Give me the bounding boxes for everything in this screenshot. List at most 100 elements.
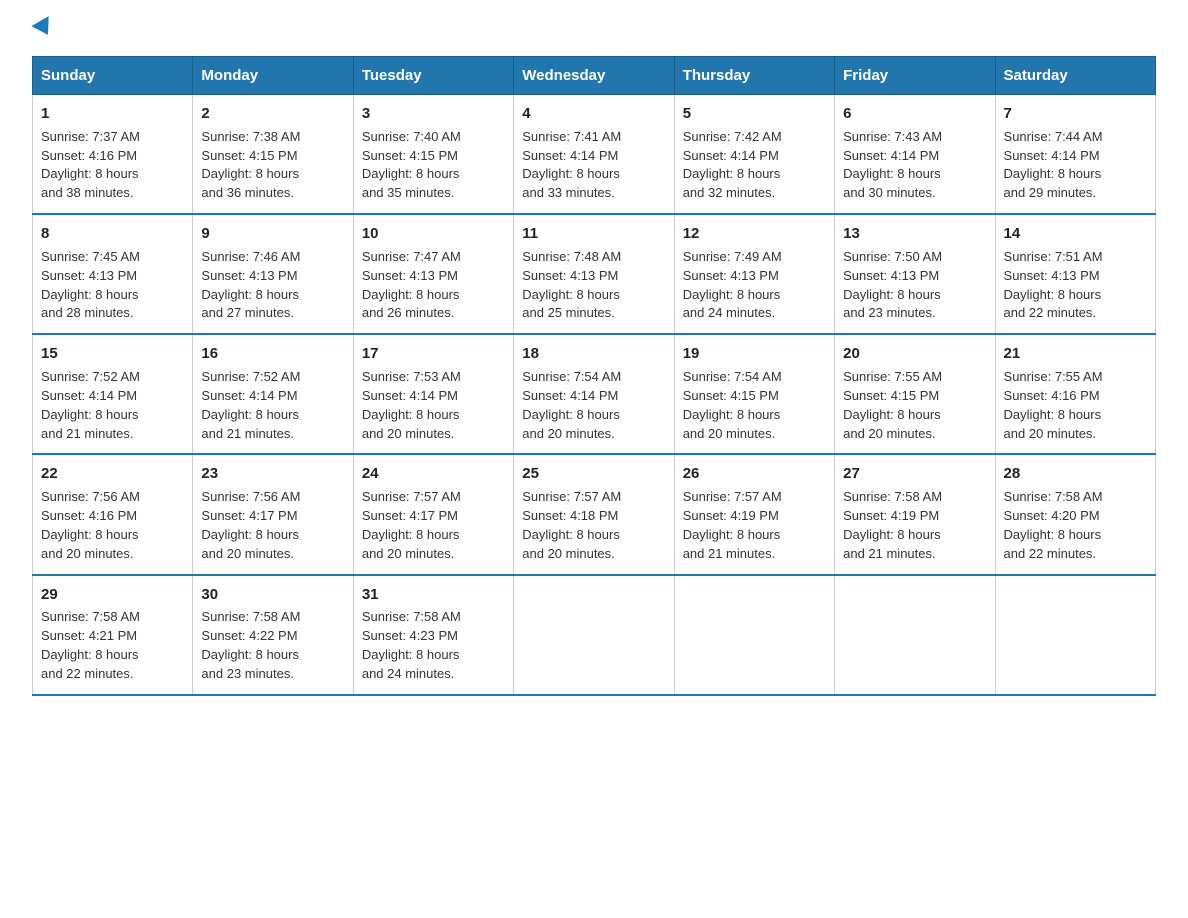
calendar-week-row: 8 Sunrise: 7:45 AMSunset: 4:13 PMDayligh… [33, 214, 1156, 334]
day-number: 23 [201, 463, 344, 485]
day-info: Sunrise: 7:58 AMSunset: 4:20 PMDaylight:… [1004, 489, 1103, 561]
day-info: Sunrise: 7:57 AMSunset: 4:18 PMDaylight:… [522, 489, 621, 561]
day-info: Sunrise: 7:51 AMSunset: 4:13 PMDaylight:… [1004, 249, 1103, 321]
calendar-day-cell: 8 Sunrise: 7:45 AMSunset: 4:13 PMDayligh… [33, 214, 193, 334]
logo-blue-text [32, 24, 54, 36]
day-number: 24 [362, 463, 505, 485]
day-info: Sunrise: 7:48 AMSunset: 4:13 PMDaylight:… [522, 249, 621, 321]
day-info: Sunrise: 7:52 AMSunset: 4:14 PMDaylight:… [201, 369, 300, 441]
calendar-day-cell: 9 Sunrise: 7:46 AMSunset: 4:13 PMDayligh… [193, 214, 353, 334]
day-info: Sunrise: 7:54 AMSunset: 4:14 PMDaylight:… [522, 369, 621, 441]
calendar-day-cell: 10 Sunrise: 7:47 AMSunset: 4:13 PMDaylig… [353, 214, 513, 334]
calendar-day-cell [835, 575, 995, 695]
calendar-day-cell: 17 Sunrise: 7:53 AMSunset: 4:14 PMDaylig… [353, 334, 513, 454]
calendar-day-cell: 25 Sunrise: 7:57 AMSunset: 4:18 PMDaylig… [514, 454, 674, 574]
calendar-day-cell: 28 Sunrise: 7:58 AMSunset: 4:20 PMDaylig… [995, 454, 1155, 574]
day-number: 3 [362, 103, 505, 125]
calendar-week-row: 1 Sunrise: 7:37 AMSunset: 4:16 PMDayligh… [33, 95, 1156, 215]
day-number: 1 [41, 103, 184, 125]
calendar-day-cell: 20 Sunrise: 7:55 AMSunset: 4:15 PMDaylig… [835, 334, 995, 454]
calendar-day-cell: 13 Sunrise: 7:50 AMSunset: 4:13 PMDaylig… [835, 214, 995, 334]
calendar-day-cell: 21 Sunrise: 7:55 AMSunset: 4:16 PMDaylig… [995, 334, 1155, 454]
calendar-day-cell: 1 Sunrise: 7:37 AMSunset: 4:16 PMDayligh… [33, 95, 193, 215]
header-tuesday: Tuesday [353, 57, 513, 95]
day-number: 5 [683, 103, 826, 125]
logo-triangle-icon [31, 16, 56, 40]
day-info: Sunrise: 7:55 AMSunset: 4:15 PMDaylight:… [843, 369, 942, 441]
calendar-day-cell: 26 Sunrise: 7:57 AMSunset: 4:19 PMDaylig… [674, 454, 834, 574]
calendar-day-cell: 18 Sunrise: 7:54 AMSunset: 4:14 PMDaylig… [514, 334, 674, 454]
day-number: 30 [201, 584, 344, 606]
day-info: Sunrise: 7:57 AMSunset: 4:19 PMDaylight:… [683, 489, 782, 561]
calendar-day-cell [995, 575, 1155, 695]
day-info: Sunrise: 7:55 AMSunset: 4:16 PMDaylight:… [1004, 369, 1103, 441]
day-info: Sunrise: 7:58 AMSunset: 4:21 PMDaylight:… [41, 609, 140, 681]
logo [32, 24, 54, 36]
calendar-day-cell: 22 Sunrise: 7:56 AMSunset: 4:16 PMDaylig… [33, 454, 193, 574]
day-number: 2 [201, 103, 344, 125]
day-number: 10 [362, 223, 505, 245]
calendar-table: SundayMondayTuesdayWednesdayThursdayFrid… [32, 56, 1156, 696]
calendar-week-row: 15 Sunrise: 7:52 AMSunset: 4:14 PMDaylig… [33, 334, 1156, 454]
day-number: 25 [522, 463, 665, 485]
day-number: 19 [683, 343, 826, 365]
day-info: Sunrise: 7:54 AMSunset: 4:15 PMDaylight:… [683, 369, 782, 441]
day-info: Sunrise: 7:46 AMSunset: 4:13 PMDaylight:… [201, 249, 300, 321]
day-info: Sunrise: 7:44 AMSunset: 4:14 PMDaylight:… [1004, 129, 1103, 201]
day-info: Sunrise: 7:56 AMSunset: 4:16 PMDaylight:… [41, 489, 140, 561]
day-info: Sunrise: 7:42 AMSunset: 4:14 PMDaylight:… [683, 129, 782, 201]
day-number: 9 [201, 223, 344, 245]
header-friday: Friday [835, 57, 995, 95]
day-info: Sunrise: 7:57 AMSunset: 4:17 PMDaylight:… [362, 489, 461, 561]
day-number: 29 [41, 584, 184, 606]
day-number: 26 [683, 463, 826, 485]
day-info: Sunrise: 7:47 AMSunset: 4:13 PMDaylight:… [362, 249, 461, 321]
calendar-day-cell: 16 Sunrise: 7:52 AMSunset: 4:14 PMDaylig… [193, 334, 353, 454]
calendar-day-cell: 14 Sunrise: 7:51 AMSunset: 4:13 PMDaylig… [995, 214, 1155, 334]
day-number: 18 [522, 343, 665, 365]
calendar-day-cell: 7 Sunrise: 7:44 AMSunset: 4:14 PMDayligh… [995, 95, 1155, 215]
day-info: Sunrise: 7:49 AMSunset: 4:13 PMDaylight:… [683, 249, 782, 321]
day-info: Sunrise: 7:37 AMSunset: 4:16 PMDaylight:… [41, 129, 140, 201]
day-info: Sunrise: 7:58 AMSunset: 4:23 PMDaylight:… [362, 609, 461, 681]
day-number: 20 [843, 343, 986, 365]
calendar-day-cell: 27 Sunrise: 7:58 AMSunset: 4:19 PMDaylig… [835, 454, 995, 574]
calendar-day-cell: 12 Sunrise: 7:49 AMSunset: 4:13 PMDaylig… [674, 214, 834, 334]
day-info: Sunrise: 7:43 AMSunset: 4:14 PMDaylight:… [843, 129, 942, 201]
day-number: 12 [683, 223, 826, 245]
header-saturday: Saturday [995, 57, 1155, 95]
day-number: 14 [1004, 223, 1147, 245]
calendar-header-row: SundayMondayTuesdayWednesdayThursdayFrid… [33, 57, 1156, 95]
day-number: 17 [362, 343, 505, 365]
day-info: Sunrise: 7:56 AMSunset: 4:17 PMDaylight:… [201, 489, 300, 561]
day-number: 16 [201, 343, 344, 365]
calendar-week-row: 29 Sunrise: 7:58 AMSunset: 4:21 PMDaylig… [33, 575, 1156, 695]
day-info: Sunrise: 7:50 AMSunset: 4:13 PMDaylight:… [843, 249, 942, 321]
header-monday: Monday [193, 57, 353, 95]
calendar-day-cell: 24 Sunrise: 7:57 AMSunset: 4:17 PMDaylig… [353, 454, 513, 574]
day-number: 13 [843, 223, 986, 245]
calendar-day-cell: 19 Sunrise: 7:54 AMSunset: 4:15 PMDaylig… [674, 334, 834, 454]
day-number: 22 [41, 463, 184, 485]
calendar-day-cell: 11 Sunrise: 7:48 AMSunset: 4:13 PMDaylig… [514, 214, 674, 334]
calendar-day-cell: 3 Sunrise: 7:40 AMSunset: 4:15 PMDayligh… [353, 95, 513, 215]
day-info: Sunrise: 7:58 AMSunset: 4:19 PMDaylight:… [843, 489, 942, 561]
calendar-day-cell: 2 Sunrise: 7:38 AMSunset: 4:15 PMDayligh… [193, 95, 353, 215]
header-wednesday: Wednesday [514, 57, 674, 95]
day-number: 21 [1004, 343, 1147, 365]
day-info: Sunrise: 7:41 AMSunset: 4:14 PMDaylight:… [522, 129, 621, 201]
day-info: Sunrise: 7:40 AMSunset: 4:15 PMDaylight:… [362, 129, 461, 201]
calendar-day-cell: 23 Sunrise: 7:56 AMSunset: 4:17 PMDaylig… [193, 454, 353, 574]
calendar-day-cell: 15 Sunrise: 7:52 AMSunset: 4:14 PMDaylig… [33, 334, 193, 454]
day-info: Sunrise: 7:38 AMSunset: 4:15 PMDaylight:… [201, 129, 300, 201]
calendar-day-cell: 5 Sunrise: 7:42 AMSunset: 4:14 PMDayligh… [674, 95, 834, 215]
day-number: 31 [362, 584, 505, 606]
calendar-day-cell [514, 575, 674, 695]
header-thursday: Thursday [674, 57, 834, 95]
day-number: 28 [1004, 463, 1147, 485]
day-number: 27 [843, 463, 986, 485]
page-header [32, 24, 1156, 36]
day-number: 6 [843, 103, 986, 125]
calendar-day-cell [674, 575, 834, 695]
day-number: 15 [41, 343, 184, 365]
